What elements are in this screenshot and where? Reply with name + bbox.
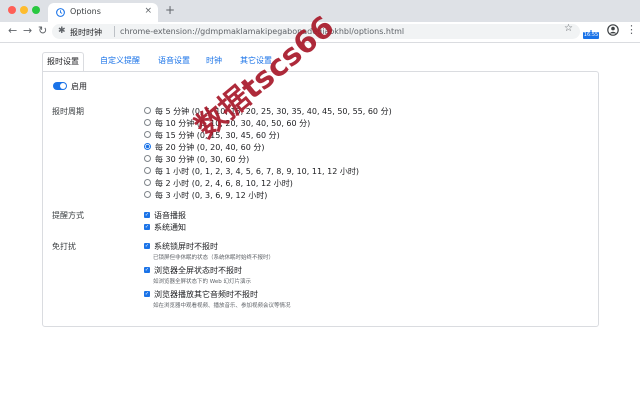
extension-favicon-icon [56, 8, 65, 17]
forward-arrow-icon[interactable]: → [23, 25, 32, 37]
browser-menu-icon[interactable]: ⋮ [626, 24, 637, 36]
remind-option-voice[interactable]: ✓ 语音播报 [144, 210, 186, 221]
period-section-label: 报时周期 [52, 107, 84, 116]
checkbox-checked-icon[interactable]: ✓ [144, 223, 150, 230]
maximize-window-button[interactable] [32, 6, 40, 14]
close-tab-icon[interactable]: × [144, 6, 152, 16]
tab-other-settings[interactable]: 其它设置 [236, 52, 276, 70]
tab-voice-settings[interactable]: 语音设置 [154, 52, 194, 70]
radio-button[interactable] [144, 179, 151, 186]
remind-option-label: 系统通知 [154, 223, 186, 232]
toggle-knob [60, 83, 66, 89]
radio-button[interactable] [144, 107, 151, 114]
tab-time-settings[interactable]: 报时设置 [42, 52, 84, 72]
period-option[interactable]: 每 1 小时 (0, 1, 2, 3, 4, 5, 6, 7, 8, 9, 10… [144, 166, 359, 177]
bookmark-star-icon[interactable]: ☆ [564, 23, 573, 34]
period-option-label: 每 15 分钟 (0, 15, 30, 45, 60 分) [155, 131, 280, 140]
clock-extension-icon[interactable]: 16:55 [583, 24, 599, 39]
dnd-option-label: 系统锁屏时不报时 [154, 242, 218, 251]
extension-time-badge: 16:55 [583, 32, 599, 39]
dnd-section-label: 免打扰 [52, 242, 76, 251]
browser-titlebar: Options × + [0, 0, 640, 22]
address-url[interactable]: chrome-extension://gdmpmaklamakipegabona… [120, 27, 404, 36]
tab-clock[interactable]: 时钟 [202, 52, 226, 70]
period-option-label: 每 2 小时 (0, 2, 4, 6, 8, 10, 12 小时) [155, 179, 293, 188]
checkbox-checked-icon[interactable]: ✓ [144, 211, 150, 218]
enable-label: 启用 [71, 82, 87, 91]
radio-button[interactable] [144, 191, 151, 198]
tab-title: Options [70, 7, 101, 16]
period-option[interactable]: 每 20 分钟 (0, 20, 40, 60 分) [144, 142, 264, 153]
close-window-button[interactable] [8, 6, 16, 14]
period-option-label: 每 20 分钟 (0, 20, 40, 60 分) [155, 143, 265, 152]
period-option[interactable]: 每 3 小时 (0, 3, 6, 9, 12 小时) [144, 190, 267, 201]
period-option-label: 每 10 分钟 (0, 10, 20, 30, 40, 50, 60 分) [155, 119, 311, 128]
dnd-option-fullscreen[interactable]: ✓ 浏览器全屏状态时不报时 [144, 265, 242, 276]
dnd-option-hint: 如在浏览器中观看视频、播放音乐、参加视频会议等情况 [153, 303, 291, 309]
radio-button[interactable] [144, 131, 151, 138]
period-option[interactable]: 每 15 分钟 (0, 15, 30, 45, 60 分) [144, 130, 280, 141]
address-bar[interactable]: ✱ 报时时钟 chrome-extension://gdmpmaklamakip… [52, 24, 580, 39]
radio-button[interactable] [144, 119, 151, 126]
extension-name: 报时时钟 [70, 28, 102, 37]
period-option[interactable]: 每 10 分钟 (0, 10, 20, 30, 40, 50, 60 分) [144, 118, 310, 129]
period-option[interactable]: 每 30 分钟 (0, 30, 60 分) [144, 154, 249, 165]
period-option-label: 每 30 分钟 (0, 30, 60 分) [155, 155, 250, 164]
checkbox-checked-icon[interactable]: ✓ [144, 242, 150, 249]
puzzle-extension-icon: ✱ [58, 26, 66, 36]
remind-section-label: 提醒方式 [52, 211, 84, 220]
period-option-label: 每 1 小时 (0, 1, 2, 3, 4, 5, 6, 7, 8, 9, 10… [155, 167, 359, 176]
period-option[interactable]: 每 5 分钟 (0, 5, 10, 15, 20, 25, 30, 35, 40… [144, 106, 392, 117]
dnd-option-hint: 如浏览器全屏状态下的 Web 幻灯片演示 [153, 279, 251, 285]
radio-button[interactable] [144, 155, 151, 162]
remind-option-notification[interactable]: ✓ 系统通知 [144, 222, 186, 233]
settings-panel: 启用 报时周期 每 5 分钟 (0, 5, 10, 15, 20, 25, 30… [42, 71, 599, 327]
browser-tab-options[interactable]: Options × [48, 3, 158, 22]
minimize-window-button[interactable] [20, 6, 28, 14]
reload-icon[interactable]: ↻ [38, 25, 47, 37]
dnd-option-audio[interactable]: ✓ 浏览器播放其它音频时不报时 [144, 289, 258, 300]
profile-avatar-icon[interactable] [607, 24, 619, 36]
back-arrow-icon[interactable]: ← [8, 25, 17, 37]
address-divider [114, 26, 115, 37]
dnd-option-label: 浏览器全屏状态时不报时 [154, 266, 242, 275]
period-option-label: 每 3 小时 (0, 3, 6, 9, 12 小时) [155, 191, 268, 200]
remind-option-label: 语音播报 [154, 211, 186, 220]
dnd-option-hint: 已锁屏但非休眠的状态（系统休眠时始终不报时） [153, 255, 275, 261]
checkbox-checked-icon[interactable]: ✓ [144, 266, 150, 273]
new-tab-button[interactable]: + [165, 4, 175, 16]
dnd-option-lockscreen[interactable]: ✓ 系统锁屏时不报时 [144, 241, 218, 252]
radio-button[interactable] [144, 167, 151, 174]
checkbox-checked-icon[interactable]: ✓ [144, 290, 150, 297]
period-option[interactable]: 每 2 小时 (0, 2, 4, 6, 8, 10, 12 小时) [144, 178, 293, 189]
dnd-option-label: 浏览器播放其它音频时不报时 [154, 290, 258, 299]
period-option-label: 每 5 分钟 (0, 5, 10, 15, 20, 25, 30, 35, 40… [155, 107, 392, 116]
tab-custom-reminders[interactable]: 自定义提醒 [95, 52, 145, 70]
browser-toolbar: ← → ↻ ✱ 报时时钟 chrome-extension://gdmpmakl… [0, 22, 640, 43]
radio-button-selected[interactable] [144, 143, 151, 150]
enable-toggle[interactable] [53, 82, 67, 90]
